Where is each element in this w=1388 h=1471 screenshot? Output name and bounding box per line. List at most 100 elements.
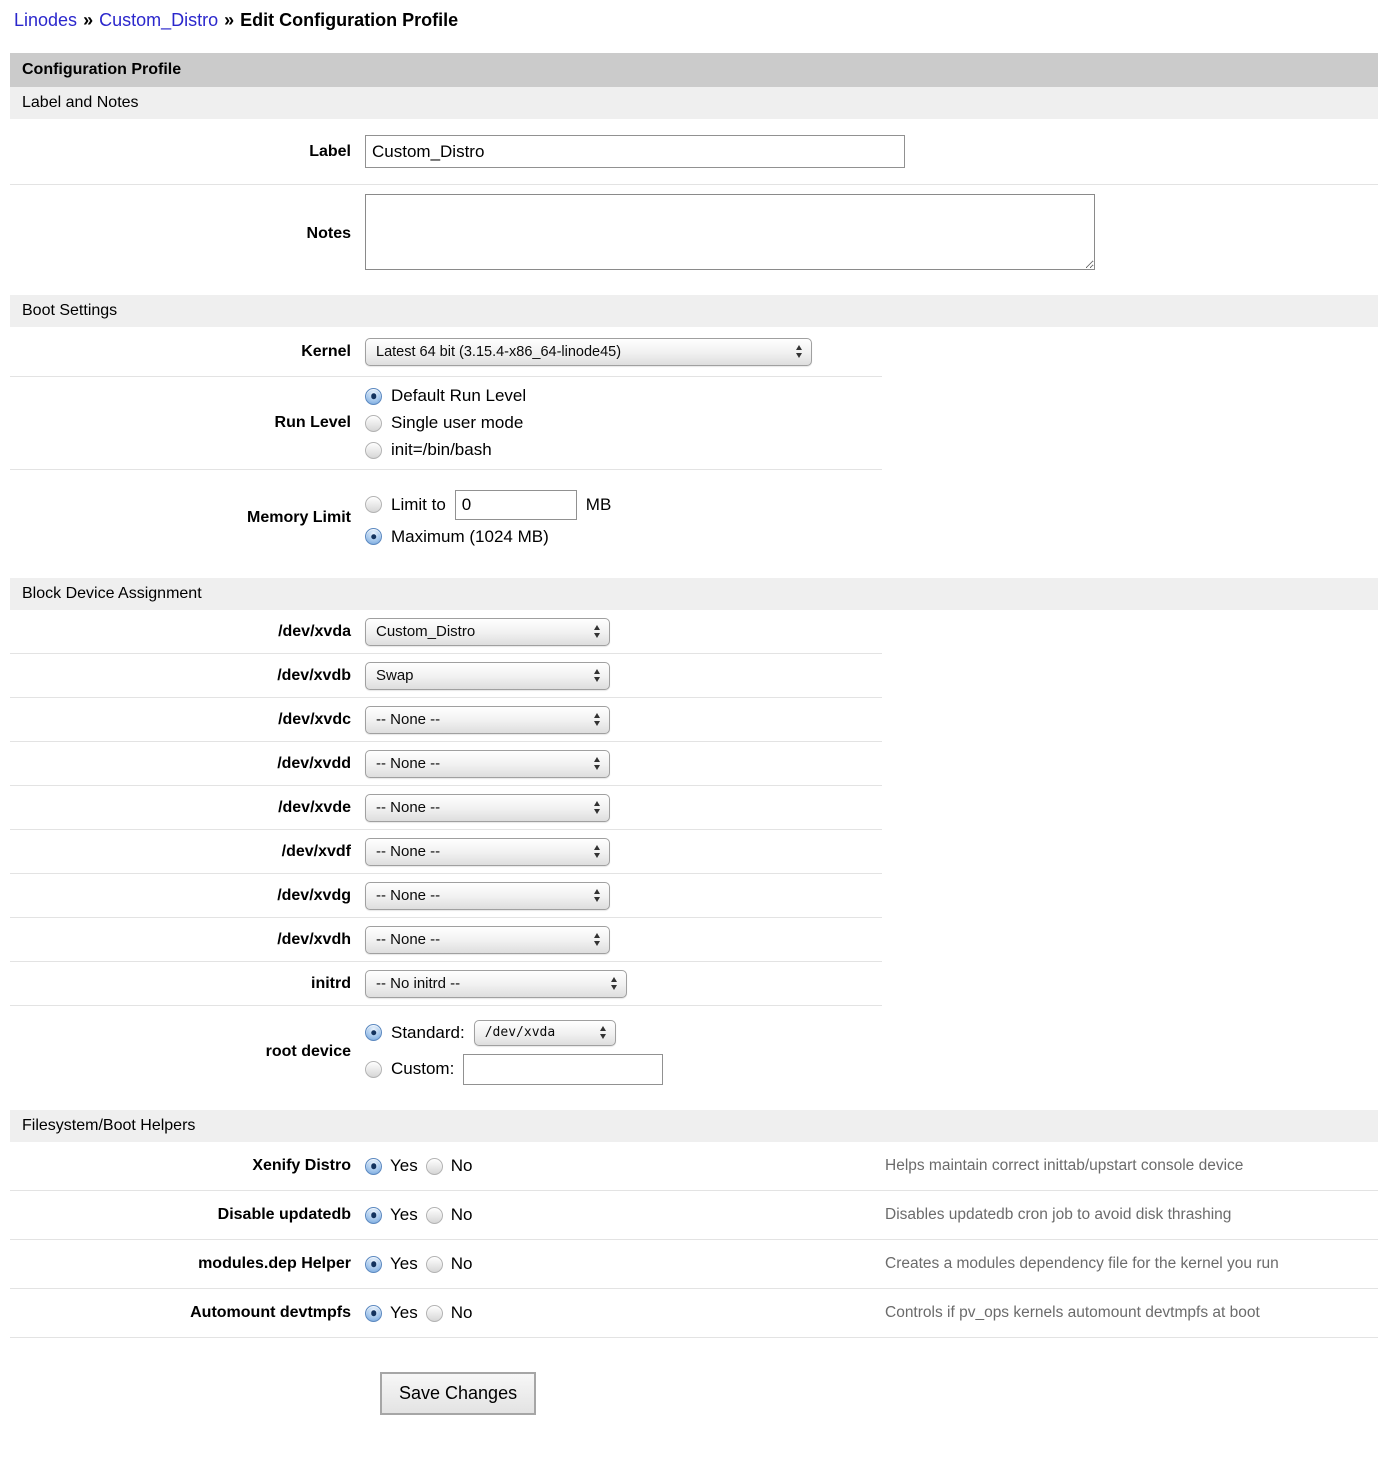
yes-label: Yes xyxy=(390,1156,418,1176)
device-select-xvda[interactable]: Custom_Distro xyxy=(365,618,610,646)
select-arrows-icon xyxy=(594,625,600,638)
device-select-xvde[interactable]: -- None -- xyxy=(365,794,610,822)
device-select-xvdf[interactable]: -- None -- xyxy=(365,838,610,866)
device-label: /dev/xvdb xyxy=(10,667,365,685)
radio-default-run-level-label: Default Run Level xyxy=(391,386,526,406)
breadcrumb-separator: » xyxy=(224,10,234,30)
notes-row: Notes xyxy=(10,185,1378,283)
yes-label: Yes xyxy=(390,1303,418,1323)
kernel-select-value: Latest 64 bit (3.15.4-x86_64-linode45) xyxy=(376,344,621,360)
helper-row-automount-devtmpfs: Automount devtmpfs Yes No Controls if pv… xyxy=(10,1289,1378,1338)
helper-help-text: Helps maintain correct inittab/upstart c… xyxy=(885,1157,1378,1175)
label-row: Label xyxy=(10,119,1378,185)
device-row-xvdh: /dev/xvdh -- None -- xyxy=(10,918,882,962)
device-select-xvdb[interactable]: Swap xyxy=(365,662,610,690)
radio-root-standard[interactable] xyxy=(365,1024,382,1041)
device-row-xvdc: /dev/xvdc -- None -- xyxy=(10,698,882,742)
helper-row-modules-dep: modules.dep Helper Yes No Creates a modu… xyxy=(10,1240,1378,1289)
yes-label: Yes xyxy=(390,1205,418,1225)
run-level-row: Run Level Default Run Level Single user … xyxy=(10,377,882,470)
radio-updatedb-yes[interactable] xyxy=(365,1207,382,1224)
section-header-boot-settings: Boot Settings xyxy=(10,295,1378,327)
radio-memory-maximum[interactable] xyxy=(365,528,382,545)
device-select-xvdc[interactable]: -- None -- xyxy=(365,706,610,734)
select-arrows-icon xyxy=(594,669,600,682)
device-label: /dev/xvdc xyxy=(10,711,365,729)
device-select-value: -- None -- xyxy=(376,843,440,860)
radio-updatedb-no[interactable] xyxy=(426,1207,443,1224)
device-select-value: -- None -- xyxy=(376,887,440,904)
device-select-xvdd[interactable]: -- None -- xyxy=(365,750,610,778)
helper-help-text: Creates a modules dependency file for th… xyxy=(885,1255,1378,1273)
helper-label: Disable updatedb xyxy=(10,1206,365,1224)
kernel-select[interactable]: Latest 64 bit (3.15.4-x86_64-linode45) xyxy=(365,338,812,366)
select-arrows-icon xyxy=(796,345,802,358)
radio-devtmpfs-no[interactable] xyxy=(426,1305,443,1322)
select-arrows-icon xyxy=(594,845,600,858)
breadcrumb-link-custom-distro[interactable]: Custom_Distro xyxy=(99,10,218,30)
device-select-value: -- None -- xyxy=(376,711,440,728)
helper-label: Automount devtmpfs xyxy=(10,1304,365,1322)
no-label: No xyxy=(451,1156,473,1176)
radio-memory-limit-to[interactable] xyxy=(365,496,382,513)
memory-maximum-label: Maximum (1024 MB) xyxy=(391,527,549,547)
section-header-block-device-assignment: Block Device Assignment xyxy=(10,578,1378,610)
radio-devtmpfs-yes[interactable] xyxy=(365,1305,382,1322)
helper-help-text: Controls if pv_ops kernels automount dev… xyxy=(885,1304,1378,1322)
device-select-value: Swap xyxy=(376,667,414,684)
radio-init-bin-bash[interactable] xyxy=(365,442,382,459)
radio-modulesdep-yes[interactable] xyxy=(365,1256,382,1273)
select-arrows-icon xyxy=(594,713,600,726)
radio-default-run-level[interactable] xyxy=(365,388,382,405)
helper-label: modules.dep Helper xyxy=(10,1255,365,1273)
notes-textarea[interactable] xyxy=(365,194,1095,270)
memory-mb-label: MB xyxy=(586,495,612,515)
run-level-label: Run Level xyxy=(10,414,365,432)
device-label: /dev/xvdg xyxy=(10,887,365,905)
device-label: /dev/xvdd xyxy=(10,755,365,773)
device-row-xvdg: /dev/xvdg -- None -- xyxy=(10,874,882,918)
radio-single-user-mode[interactable] xyxy=(365,415,382,432)
device-row-xvdf: /dev/xvdf -- None -- xyxy=(10,830,882,874)
radio-xenify-yes[interactable] xyxy=(365,1158,382,1175)
device-row-xvdb: /dev/xvdb Swap xyxy=(10,654,882,698)
panel-title: Configuration Profile xyxy=(10,53,1378,87)
device-select-xvdh[interactable]: -- None -- xyxy=(365,926,610,954)
initrd-select[interactable]: -- No initrd -- xyxy=(365,970,627,998)
device-select-xvdg[interactable]: -- None -- xyxy=(365,882,610,910)
page: Linodes»Custom_Distro»Edit Configuration… xyxy=(0,0,1388,1425)
no-label: No xyxy=(451,1254,473,1274)
initrd-select-value: -- No initrd -- xyxy=(376,975,460,992)
select-arrows-icon xyxy=(594,757,600,770)
yes-label: Yes xyxy=(390,1254,418,1274)
device-select-value: -- None -- xyxy=(376,799,440,816)
radio-xenify-no[interactable] xyxy=(426,1158,443,1175)
memory-limit-label: Memory Limit xyxy=(10,509,365,527)
root-standard-select-value: /dev/xvda xyxy=(485,1025,555,1040)
select-arrows-icon xyxy=(600,1026,606,1039)
device-row-xvde: /dev/xvde -- None -- xyxy=(10,786,882,830)
breadcrumb-link-linodes[interactable]: Linodes xyxy=(14,10,77,30)
label-field-label: Label xyxy=(10,143,365,161)
radio-modulesdep-no[interactable] xyxy=(426,1256,443,1273)
device-label: /dev/xvda xyxy=(10,623,365,641)
device-row-xvdd: /dev/xvdd -- None -- xyxy=(10,742,882,786)
save-changes-button[interactable]: Save Changes xyxy=(380,1372,536,1415)
device-label: /dev/xvdh xyxy=(10,931,365,949)
memory-limit-to-label: Limit to xyxy=(391,495,446,515)
radio-root-custom[interactable] xyxy=(365,1061,382,1078)
label-input[interactable] xyxy=(365,135,905,168)
root-standard-select[interactable]: /dev/xvda xyxy=(474,1020,616,1046)
root-standard-label: Standard: xyxy=(391,1023,465,1043)
section-header-filesystem-boot-helpers: Filesystem/Boot Helpers xyxy=(10,1110,1378,1142)
device-row-xvda: /dev/xvda Custom_Distro xyxy=(10,610,882,654)
radio-init-bin-bash-label: init=/bin/bash xyxy=(391,440,492,460)
initrd-label: initrd xyxy=(10,975,365,993)
root-custom-input[interactable] xyxy=(463,1054,663,1085)
memory-limit-row: Memory Limit Limit to MB Maximum (1024 M… xyxy=(10,470,882,566)
memory-limit-input[interactable] xyxy=(455,490,577,520)
kernel-label: Kernel xyxy=(10,343,365,361)
no-label: No xyxy=(451,1303,473,1323)
device-select-value: Custom_Distro xyxy=(376,623,475,640)
notes-field-label: Notes xyxy=(10,225,365,243)
